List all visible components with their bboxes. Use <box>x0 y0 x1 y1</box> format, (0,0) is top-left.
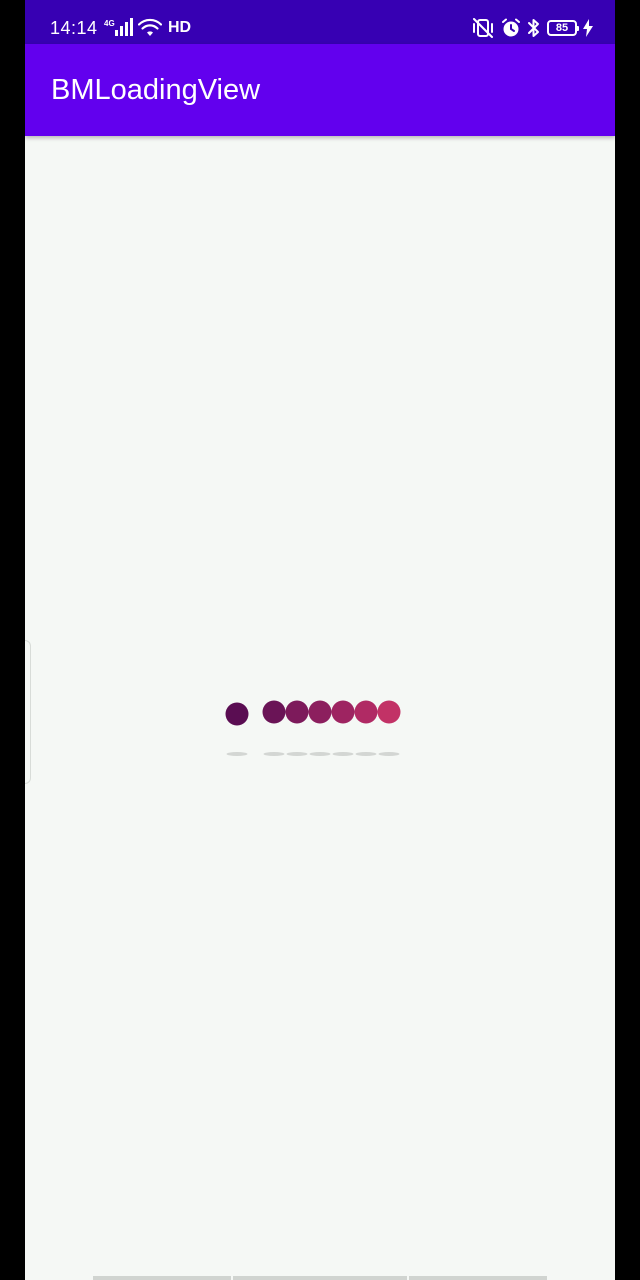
loading-dot-shadow <box>263 752 285 756</box>
status-left-icons: 4G HD <box>104 17 191 39</box>
device-frame: 14:14 4G HD 85 BMLoadingView <box>0 0 640 1280</box>
nav-gesture-hint-left <box>93 1276 231 1280</box>
side-drawer-handle[interactable] <box>25 640 31 784</box>
loading-dot <box>225 702 249 726</box>
signal-icon: 4G <box>104 18 133 36</box>
vibrate-off-icon <box>473 18 493 38</box>
nav-gesture-hint-right <box>409 1276 547 1280</box>
network-type-label: 4G <box>104 19 115 28</box>
loading-dot <box>285 700 309 724</box>
wifi-icon <box>138 18 162 36</box>
status-right-icons: 85 <box>471 17 593 39</box>
status-time: 14:14 <box>50 18 98 38</box>
loading-dot-shadow <box>226 752 248 756</box>
alarm-icon <box>502 18 520 37</box>
loading-dot-shadow <box>286 752 308 756</box>
loading-dot-shadow <box>332 752 354 756</box>
hd-label: HD <box>168 19 192 36</box>
loading-dot <box>308 700 332 724</box>
loading-dot-shadow <box>378 752 400 756</box>
app-bar: BMLoadingView <box>25 44 615 136</box>
charging-icon <box>583 19 593 37</box>
loading-dot-shadow <box>355 752 377 756</box>
status-bar: 14:14 4G HD 85 <box>25 0 615 44</box>
loading-dot <box>262 700 286 724</box>
battery-icon: 85 <box>547 20 579 36</box>
loading-dots <box>225 700 401 726</box>
loading-dot-shadow <box>309 752 331 756</box>
bluetooth-icon <box>528 19 539 37</box>
app-screen: 14:14 4G HD 85 BMLoadingView <box>25 0 615 1280</box>
loading-dot-shadows <box>226 752 400 756</box>
loading-dot <box>331 700 355 724</box>
content-area <box>25 136 615 1280</box>
battery-level: 85 <box>555 22 569 34</box>
nav-gesture-hint-center <box>233 1276 407 1280</box>
loading-dot <box>377 700 401 724</box>
loading-dot <box>354 700 378 724</box>
app-title: BMLoadingView <box>51 74 261 106</box>
bm-loading-view <box>225 700 401 756</box>
